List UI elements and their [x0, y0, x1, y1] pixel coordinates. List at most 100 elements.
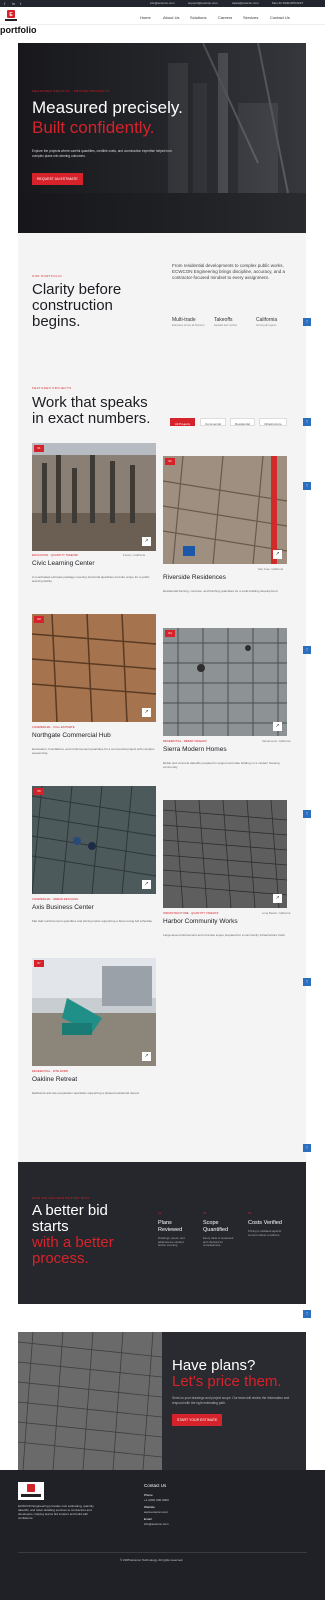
arrow-up-right-icon[interactable]: ↗ [273, 722, 282, 731]
nav-services[interactable]: Services [243, 15, 258, 20]
clarity-title-line2: construction [32, 297, 113, 314]
arrow-up-right-icon[interactable]: ↗ [142, 537, 151, 546]
process-step-2: 02 Scope Quantified Every trade is measure… [203, 1210, 237, 1248]
company-logo[interactable]: E [4, 9, 18, 23]
arrow-up-right-icon[interactable]: ↗ [142, 1052, 151, 1061]
process-title-line3: with a better [32, 1234, 114, 1251]
footer-logo[interactable] [18, 1482, 44, 1500]
project-badge: 04 [165, 630, 175, 637]
project-badge: 03 [34, 616, 44, 623]
tab-commercial[interactable]: Commercial [200, 418, 227, 426]
linkedin-icon[interactable]: in [12, 1, 15, 6]
project-description: Large-area reinforcement and concrete sc… [163, 933, 286, 937]
project-image-harbor[interactable]: ↗ [163, 800, 287, 908]
step-number: 01 [158, 1211, 162, 1215]
scroll-up-button[interactable]: ↑ [303, 646, 311, 654]
project-image-civic[interactable]: 01 ↗ [32, 443, 156, 551]
hero-eyebrow: Measured results · Proven projects [32, 89, 110, 93]
project-badge: 01 [34, 445, 44, 452]
arrow-up-right-icon[interactable]: ↗ [273, 894, 282, 903]
tab-residential[interactable]: Residential [230, 418, 255, 426]
clarity-text: From residential developments to complex… [172, 263, 285, 280]
process-step-3: 03 Costs Verified Pricing is validated aga… [248, 1210, 282, 1237]
process-title-line2: starts [32, 1218, 69, 1235]
stat-multi-trade: Multi-trade Estimates across all division… [172, 317, 205, 327]
start-estimate-button[interactable]: START YOUR ESTIMATE [172, 1414, 223, 1426]
footer-web-label: Website [144, 1505, 155, 1509]
cta-rebar-image [18, 1332, 162, 1470]
arrow-up-right-icon[interactable]: ↗ [142, 880, 151, 889]
scroll-up-button[interactable]: ↑ [303, 318, 311, 326]
hero-title-line2: Built confidently. [32, 118, 155, 137]
clarity-title-line1: Clarity before [32, 281, 122, 298]
project-image-riverside[interactable]: 02 ↗ [163, 456, 287, 564]
footer-contact-heading: Contact Us [144, 1483, 167, 1488]
footer-web[interactable]: www.ecwcon.com [144, 1510, 168, 1514]
tab-infrastructure[interactable]: Infrastructure [259, 418, 287, 426]
footer: ECWCON Engineering provides cost estimat… [0, 1470, 325, 1600]
project-image-axis[interactable]: 05 ↗ [32, 786, 156, 894]
stat-value: Multi-trade [172, 317, 196, 323]
tab-all-projects[interactable]: All Projects [170, 418, 196, 426]
arrow-up-right-icon[interactable]: ↗ [142, 708, 151, 717]
scroll-up-button[interactable]: ↑ [303, 418, 311, 426]
footer-phone[interactable]: +1 (000) 000-0000 [144, 1498, 169, 1502]
project-title[interactable]: Axis Business Center [32, 904, 94, 911]
scroll-up-button[interactable]: ↑ [303, 978, 311, 986]
contact-email-sales[interactable]: sales@ecwcon.com [232, 1, 259, 5]
project-title[interactable]: Civic Learning Center [32, 560, 95, 567]
project-image-northgate[interactable]: 03 ↗ [32, 614, 156, 722]
nav-about[interactable]: About Us [163, 15, 179, 20]
footer-phone-label: Phone [144, 1493, 153, 1497]
project-description: Rebar and concrete takeoffs prepared to … [163, 761, 280, 769]
nav-solutions[interactable]: Solutions [190, 15, 206, 20]
project-image-sierra[interactable]: 04 ↗ [163, 628, 287, 736]
project-description: Earthwork and site preparation quantitie… [32, 1091, 140, 1095]
project-category: Residential · Rebar takeoff [163, 739, 207, 743]
contact-email-info[interactable]: info@ecwcon.com [150, 1, 175, 5]
project-description: A coordinated estimate package covering … [32, 575, 150, 583]
request-estimate-button[interactable]: REQUEST AN ESTIMATE [32, 173, 83, 185]
nav-contact[interactable]: Contact Us [270, 15, 290, 20]
footer-divider [18, 1552, 307, 1553]
hero-section: Measured results · Proven projects Measu… [18, 43, 306, 233]
scroll-up-button[interactable]: ↑ [303, 1310, 311, 1318]
stat-takeoffs: Takeoffs Detailed and verified [214, 317, 237, 327]
stat-label: Detailed and verified [214, 324, 237, 327]
stat-value: California [256, 317, 278, 323]
project-location: Long Beach, California [262, 911, 291, 915]
process-step-1: 01 Plans Reviewed Drawings, specs, and add… [158, 1210, 192, 1248]
project-badge: 05 [34, 788, 44, 795]
clarity-title-line3: begins. [32, 313, 81, 330]
nav-careers[interactable]: Careers [218, 15, 232, 20]
process-eyebrow: How we deliver better bids [32, 1196, 90, 1200]
project-category: Residential · Site work [32, 1069, 69, 1073]
footer-about: ECWCON Engineering provides cost estimat… [18, 1504, 94, 1520]
hero-description: Explore the projects where careful quant… [32, 149, 172, 158]
work-eyebrow: Featured projects [32, 386, 72, 390]
project-title[interactable]: Harbor Community Works [163, 918, 238, 925]
scroll-up-button[interactable]: ↑ [303, 1144, 311, 1152]
project-location: Fresno, California [123, 553, 146, 557]
step-description: Pricing is validated against current mar… [248, 1229, 282, 1237]
project-title[interactable]: Sierra Modern Homes [163, 746, 227, 753]
project-image-oakline[interactable]: 07 ↗ [32, 958, 156, 1066]
project-title[interactable]: Northgate Commercial Hub [32, 732, 111, 739]
scroll-up-button[interactable]: ↑ [303, 482, 311, 490]
project-title[interactable]: Oakline Retreat [32, 1076, 77, 1083]
stat-label: Serving all regions [256, 324, 277, 327]
footer-email[interactable]: info@ecwcon.com [144, 1522, 169, 1526]
project-category: Commercial · Rebar detailing [32, 897, 79, 901]
contact-email-support[interactable]: support@ecwcon.com [188, 1, 218, 5]
facebook-icon[interactable]: f [4, 1, 5, 6]
project-category: Infrastructure · Quantity takeoff [163, 911, 219, 915]
project-title[interactable]: Riverside Residences [163, 574, 226, 581]
nav-home[interactable]: Home [140, 15, 151, 20]
arrow-up-right-icon[interactable]: ↗ [273, 550, 282, 559]
clarity-eyebrow: Our portfolio [32, 274, 62, 278]
process-title-line1: A better bid [32, 1202, 108, 1219]
work-title-line2: in exact numbers. [32, 410, 151, 427]
scroll-up-button[interactable]: ↑ [303, 810, 311, 818]
step-title: Scope Quantified [203, 1220, 229, 1233]
twitter-icon[interactable]: t [20, 1, 21, 6]
